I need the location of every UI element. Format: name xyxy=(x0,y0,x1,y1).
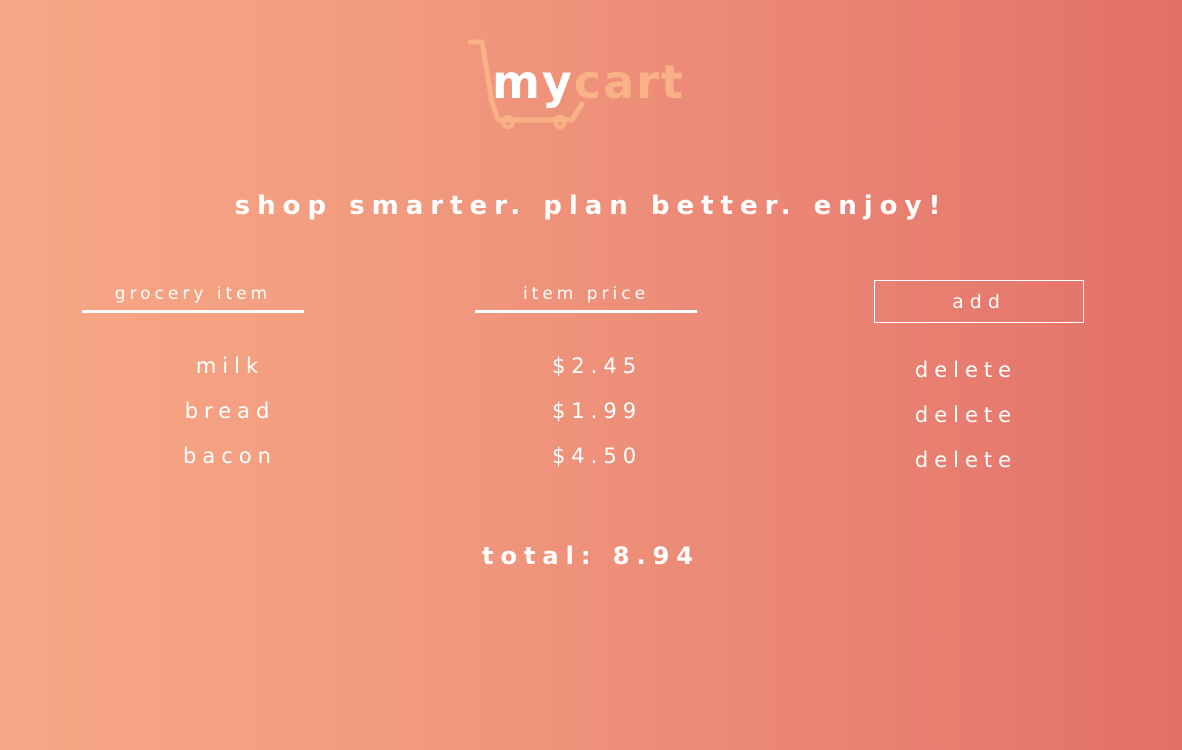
item-price-field[interactable] xyxy=(475,280,697,313)
item-price: $1.99 xyxy=(551,399,643,423)
add-button[interactable]: add xyxy=(874,280,1084,323)
total-amount: total: 8.94 xyxy=(481,542,701,570)
item-price-input[interactable] xyxy=(475,280,697,308)
item-price: $2.45 xyxy=(551,354,643,378)
delete-button[interactable]: delete xyxy=(866,393,1066,438)
logo-wordmark: mycart xyxy=(492,52,685,112)
grocery-list: milk $2.45 delete bread $1.99 delete bac… xyxy=(0,344,1182,479)
grocery-item-field[interactable] xyxy=(82,280,304,313)
list-item: milk $2.45 delete xyxy=(0,344,1182,389)
list-item: bacon $4.50 delete xyxy=(0,434,1182,479)
delete-button[interactable]: delete xyxy=(866,438,1066,483)
item-name: bacon xyxy=(183,444,277,468)
tagline: shop smarter. plan better. enjoy! xyxy=(234,191,948,221)
item-name: milk xyxy=(195,354,265,378)
item-name: bread xyxy=(184,399,276,423)
app-logo: mycart xyxy=(466,36,706,136)
logo-text-cart: cart xyxy=(573,55,685,109)
logo-text-my: my xyxy=(492,55,574,109)
list-item: bread $1.99 delete xyxy=(0,389,1182,434)
delete-button[interactable]: delete xyxy=(866,348,1066,393)
item-price: $4.50 xyxy=(551,444,643,468)
grocery-item-input[interactable] xyxy=(82,280,304,308)
